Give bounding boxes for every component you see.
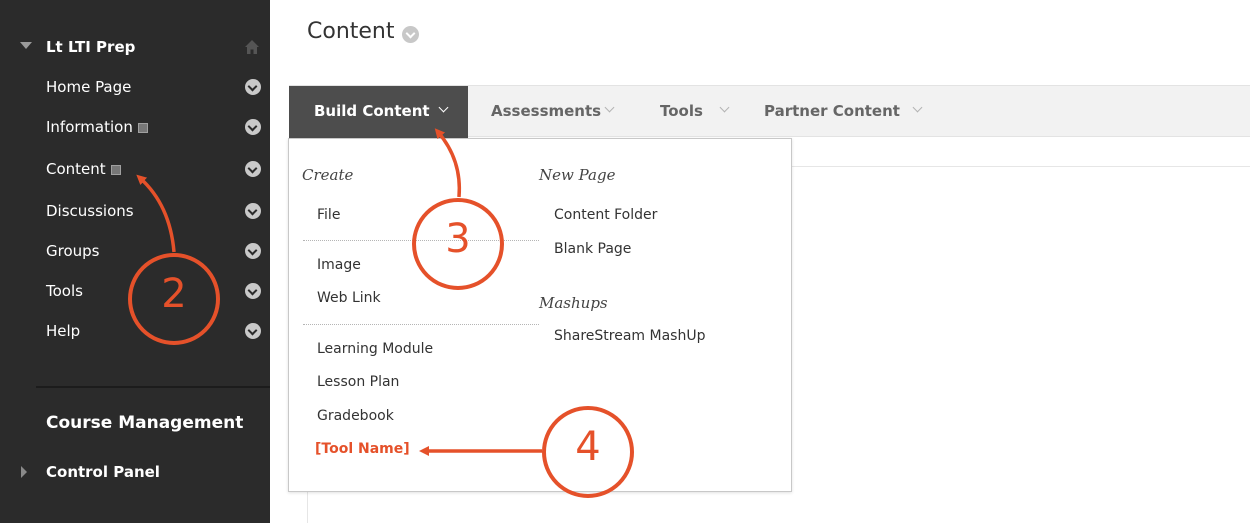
new-page-heading: New Page — [539, 166, 616, 184]
sidebar-item-label[interactable]: Home Page — [46, 78, 131, 96]
chevron-down-icon[interactable] — [245, 283, 261, 299]
sidebar-item-label[interactable]: Discussions — [46, 202, 134, 220]
menu-item-lesson-plan[interactable]: Lesson Plan — [317, 374, 399, 390]
home-icon[interactable] — [243, 38, 261, 56]
build-content-label[interactable]: Build Content — [314, 102, 430, 120]
menu-item-image[interactable]: Image — [317, 257, 361, 273]
course-title[interactable]: Lt LTI Prep — [46, 38, 135, 56]
sidebar-divider — [36, 386, 270, 388]
chevron-down-icon[interactable] — [912, 102, 923, 113]
sidebar-item-label[interactable]: Help — [46, 322, 80, 340]
sidebar-item-information[interactable]: Information — [0, 112, 270, 142]
step-2-number: 2 — [161, 271, 187, 317]
control-panel-toggle[interactable]: Control Panel — [0, 461, 270, 485]
sidebar-item-groups[interactable]: Groups — [0, 236, 270, 266]
sidebar-item-label[interactable]: Content — [46, 160, 106, 178]
menu-separator — [303, 324, 539, 325]
sidebar-item-home-page[interactable]: Home Page — [0, 72, 270, 102]
chevron-down-icon[interactable] — [438, 102, 449, 113]
step-3-number: 3 — [445, 216, 471, 262]
partner-content-button[interactable]: Partner Content — [753, 86, 933, 138]
sidebar-item-label[interactable]: Information — [46, 118, 133, 136]
sidebar-item-discussions[interactable]: Discussions — [0, 196, 270, 226]
sidebar-item-label[interactable]: Groups — [46, 242, 99, 260]
page-icon — [110, 165, 121, 175]
menu-item-blank-page[interactable]: Blank Page — [554, 241, 631, 257]
chevron-down-icon[interactable] — [245, 161, 261, 177]
chevron-down-icon[interactable] — [245, 243, 261, 259]
chevron-down-icon[interactable] — [245, 119, 261, 135]
create-heading: Create — [302, 166, 354, 184]
menu-item-web-link[interactable]: Web Link — [317, 290, 381, 306]
menu-item-file[interactable]: File — [317, 207, 340, 223]
chevron-down-icon[interactable] — [604, 102, 615, 113]
assessments-label[interactable]: Assessments — [491, 102, 601, 120]
course-management-heading: Course Management — [46, 413, 244, 433]
chevron-down-icon[interactable] — [245, 203, 261, 219]
course-title-row[interactable]: Lt LTI Prep — [0, 35, 270, 61]
step-4-number: 4 — [575, 424, 601, 470]
build-content-menu: Create File Image Web Link Learning Modu… — [288, 138, 792, 492]
sidebar-item-help[interactable]: Help — [0, 316, 270, 346]
build-content-button[interactable]: Build Content — [289, 86, 468, 138]
menu-item-learning-module[interactable]: Learning Module — [317, 341, 433, 357]
partner-content-label[interactable]: Partner Content — [764, 102, 900, 120]
chevron-down-icon[interactable] — [245, 79, 261, 95]
mashups-heading: Mashups — [539, 294, 608, 312]
course-menu-sidebar: Lt LTI Prep Home Page Information Conten… — [0, 0, 270, 523]
page-icon — [137, 123, 148, 133]
menu-item-sharestream-mashup[interactable]: ShareStream MashUp — [554, 328, 705, 344]
sidebar-item-content[interactable]: Content — [0, 154, 270, 184]
action-toolbar: Build Content Assessments Tools Partner … — [289, 85, 1250, 138]
chevron-down-icon[interactable] — [719, 102, 730, 113]
collapse-caret-icon[interactable] — [20, 42, 32, 49]
control-panel-label[interactable]: Control Panel — [46, 463, 160, 481]
menu-item-tool-name[interactable]: [Tool Name] — [315, 441, 410, 457]
chevron-down-icon[interactable] — [402, 26, 419, 43]
tools-button[interactable]: Tools — [649, 86, 739, 138]
expand-caret-icon[interactable] — [21, 466, 27, 478]
sidebar-item-label[interactable]: Tools — [46, 282, 83, 300]
chevron-down-icon[interactable] — [245, 323, 261, 339]
page-title: Content — [307, 19, 395, 44]
menu-item-gradebook[interactable]: Gradebook — [317, 408, 394, 424]
tools-label[interactable]: Tools — [660, 102, 703, 120]
assessments-button[interactable]: Assessments — [468, 86, 618, 138]
menu-item-content-folder[interactable]: Content Folder — [554, 207, 657, 223]
